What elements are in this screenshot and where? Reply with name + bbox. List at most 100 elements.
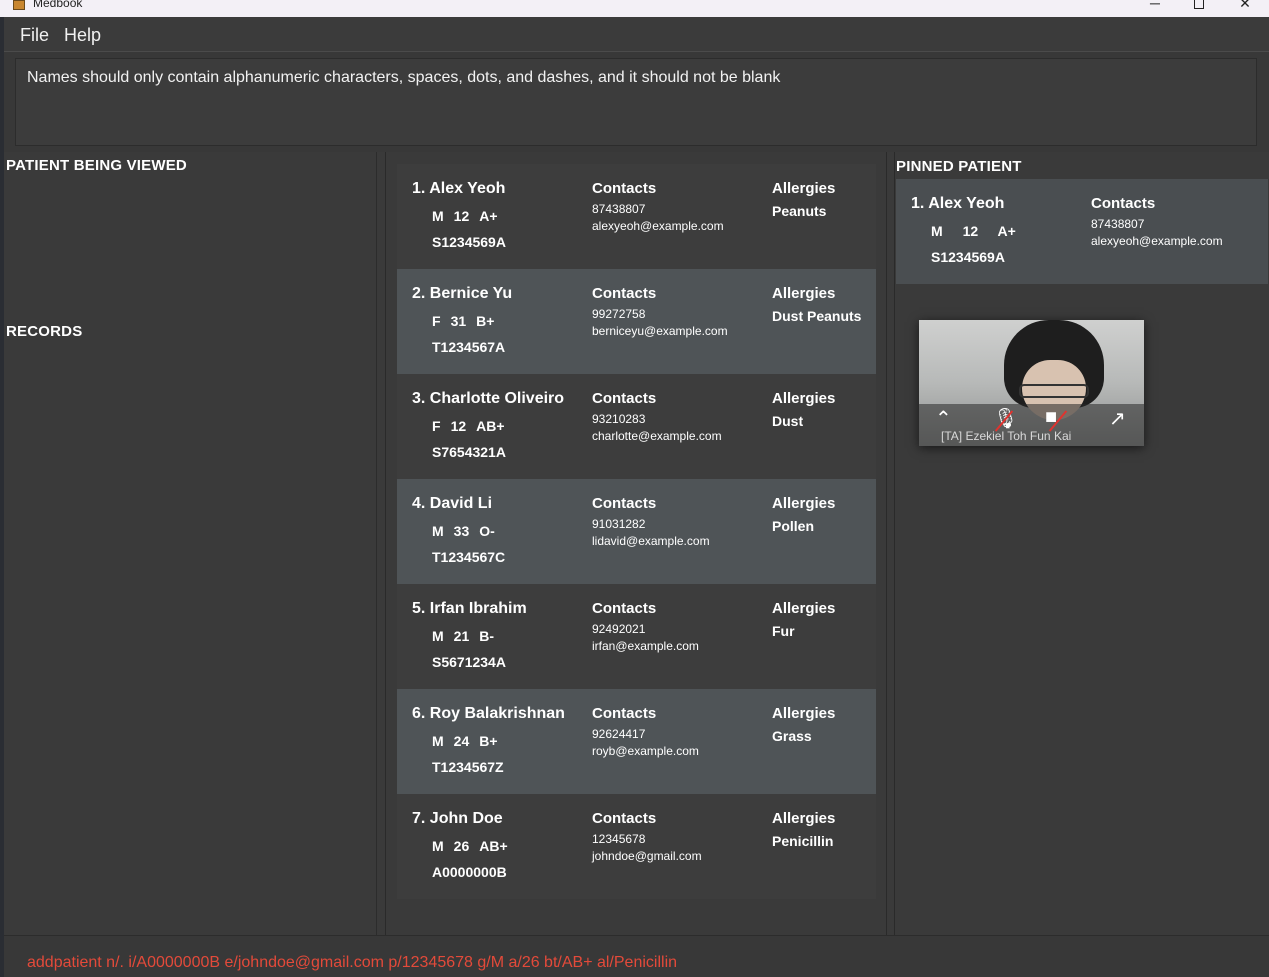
allergies-heading: Allergies [772, 285, 836, 302]
pinned-patient-gender: M [931, 223, 943, 239]
contacts-heading: Contacts [592, 810, 657, 827]
result-display[interactable]: Names should only contain alphanumeric c… [15, 58, 1257, 146]
patient-phone: 12345678 [592, 832, 646, 846]
patient-email: lidavid@example.com [592, 534, 710, 548]
pinned-patient-email: alexyeoh@example.com [1091, 234, 1223, 248]
left-panel: PATIENT BEING VIEWED RECORDS [4, 152, 377, 935]
pinned-patient-age: 12 [962, 223, 979, 239]
allergies-heading: Allergies [772, 810, 836, 827]
video-participant-name: [TA] Ezekiel Toh Fun Kai [941, 429, 1072, 443]
command-box[interactable]: addpatient n/. i/A0000000B e/johndoe@gma… [4, 935, 1269, 977]
pinned-patient-card[interactable]: 1. Alex Yeoh M 12 A+ S1234569A Contacts … [896, 179, 1268, 284]
patient-allergies: Peanuts [772, 203, 827, 219]
patient-meta: F 31 B+ [432, 313, 504, 329]
pinned-patient-ic: S1234569A [931, 249, 1005, 265]
window-title: Medbook [33, 0, 83, 10]
close-button[interactable]: ✕ [1230, 0, 1260, 12]
video-call-thumbnail[interactable]: ⌃ 🎙 ■ ↗ [TA] Ezekiel Toh Fun Kai [919, 320, 1144, 446]
patient-phone: 93210283 [592, 412, 646, 426]
patient-email: berniceyu@example.com [592, 324, 728, 338]
patient-phone: 92624417 [592, 727, 646, 741]
command-input[interactable]: addpatient n/. i/A0000000B e/johndoe@gma… [27, 954, 677, 972]
patient-blood-type: B+ [479, 733, 498, 749]
patient-allergies: Pollen [772, 518, 815, 534]
patient-blood-type: A+ [479, 208, 498, 224]
patient-card[interactable]: 2. Bernice Yu F 31 B+ T1234567A Contacts 99272… [397, 269, 876, 374]
pinned-panel: PINNED PATIENT 1. Alex Yeoh M 12 A+ S123… [894, 152, 1269, 935]
patient-allergies: Fur [772, 623, 795, 639]
patient-age: 33 [453, 523, 470, 539]
patient-card[interactable]: 4. David Li M 33 O- T1234567C Contacts 9103128… [397, 479, 876, 584]
patient-name: 4. David Li [412, 495, 493, 512]
patient-meta: M 33 O- [432, 523, 505, 539]
app-icon [13, 0, 25, 10]
patient-card[interactable]: 1. Alex Yeoh M 12 A+ S1234569A Contacts 874388… [397, 164, 876, 269]
patient-email: johndoe@gmail.com [592, 849, 702, 863]
patient-email: charlotte@example.com [592, 429, 722, 443]
patient-email: irfan@example.com [592, 639, 699, 653]
pinned-patient-blood-type: A+ [997, 223, 1016, 239]
patient-email: royb@example.com [592, 744, 699, 758]
contacts-heading: Contacts [592, 180, 657, 197]
patient-gender: M [432, 523, 444, 539]
result-display-panel: Names should only contain alphanumeric c… [4, 52, 1269, 152]
patient-allergies: Grass [772, 728, 812, 744]
contacts-heading: Contacts [592, 705, 657, 722]
patient-card[interactable]: 6. Roy Balakrishnan M 24 B+ T1234567Z Contact… [397, 689, 876, 794]
patient-age: 26 [453, 838, 470, 854]
patient-phone: 91031282 [592, 517, 646, 531]
patient-gender: M [432, 208, 444, 224]
menu-help[interactable]: Help [64, 25, 101, 46]
patient-ic: S1234569A [432, 234, 506, 250]
patient-blood-type: B+ [476, 313, 495, 329]
patient-gender: F [432, 418, 441, 434]
patient-ic: T1234567C [432, 549, 506, 565]
minimize-button[interactable]: ─ [1140, 0, 1170, 11]
patient-ic: S5671234A [432, 654, 506, 670]
patient-age: 12 [453, 208, 470, 224]
patient-meta: M 21 B- [432, 628, 504, 644]
patient-meta: M 26 AB+ [432, 838, 518, 854]
patient-age: 31 [450, 313, 467, 329]
patient-age: 24 [453, 733, 470, 749]
chevron-up-icon[interactable]: ⌃ [935, 406, 952, 431]
share-screen-icon[interactable]: ↗ [1109, 406, 1126, 431]
allergies-heading: Allergies [772, 600, 836, 617]
patient-name: 6. Roy Balakrishnan [412, 705, 565, 722]
patient-name: 1. Alex Yeoh [412, 180, 506, 197]
contacts-heading: Contacts [592, 390, 657, 407]
patient-list[interactable]: 1. Alex Yeoh M 12 A+ S1234569A Contacts 874388… [397, 164, 876, 899]
menu-file[interactable]: File [20, 25, 49, 46]
patient-blood-type: O- [479, 523, 495, 539]
patient-blood-type: AB+ [479, 838, 508, 854]
patient-ic: A0000000B [432, 864, 507, 880]
pinned-patient-name: 1. Alex Yeoh [911, 195, 1005, 212]
patient-card[interactable]: 5. Irfan Ibrahim M 21 B- S5671234A Contacts 92… [397, 584, 876, 689]
records-title: RECORDS [6, 323, 83, 340]
patient-meta: M 12 A+ [432, 208, 508, 224]
allergies-heading: Allergies [772, 705, 836, 722]
result-message: Names should only contain alphanumeric c… [27, 69, 781, 86]
participant-glasses [1019, 384, 1089, 398]
patient-card[interactable]: 7. John Doe M 26 AB+ A0000000B Contacts 123456… [397, 794, 876, 899]
contacts-heading: Contacts [592, 285, 657, 302]
pinned-patient-title: PINNED PATIENT [896, 158, 1022, 175]
patient-gender: M [432, 628, 444, 644]
patient-name: 7. John Doe [412, 810, 503, 827]
patient-email: alexyeoh@example.com [592, 219, 724, 233]
menu-bar: File Help [4, 17, 1269, 52]
patient-allergies: Penicillin [772, 833, 834, 849]
patient-phone: 87438807 [592, 202, 646, 216]
maximize-icon [1194, 0, 1204, 9]
patient-gender: M [432, 733, 444, 749]
patient-age: 21 [453, 628, 470, 644]
patient-phone: 92492021 [592, 622, 646, 636]
pinned-patient-phone: 87438807 [1091, 217, 1145, 231]
allergies-heading: Allergies [772, 390, 836, 407]
patient-being-viewed-title: PATIENT BEING VIEWED [6, 157, 187, 174]
maximize-button[interactable] [1184, 0, 1214, 12]
patient-phone: 99272758 [592, 307, 646, 321]
patient-name: 2. Bernice Yu [412, 285, 513, 302]
patient-card[interactable]: 3. Charlotte Oliveiro F 12 AB+ S7654321A Cont… [397, 374, 876, 479]
contacts-heading: Contacts [592, 600, 657, 617]
